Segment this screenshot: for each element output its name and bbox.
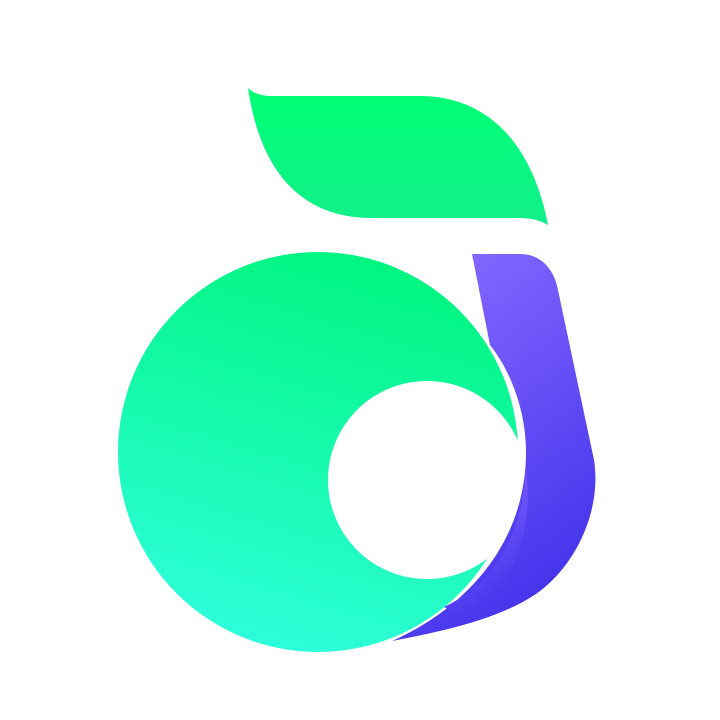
leaf-shape	[248, 88, 548, 225]
ring-shape	[118, 252, 518, 652]
ring-group	[118, 252, 518, 652]
abstract-leaf-circle-logo-icon	[118, 88, 596, 652]
logo-canvas	[0, 0, 720, 720]
